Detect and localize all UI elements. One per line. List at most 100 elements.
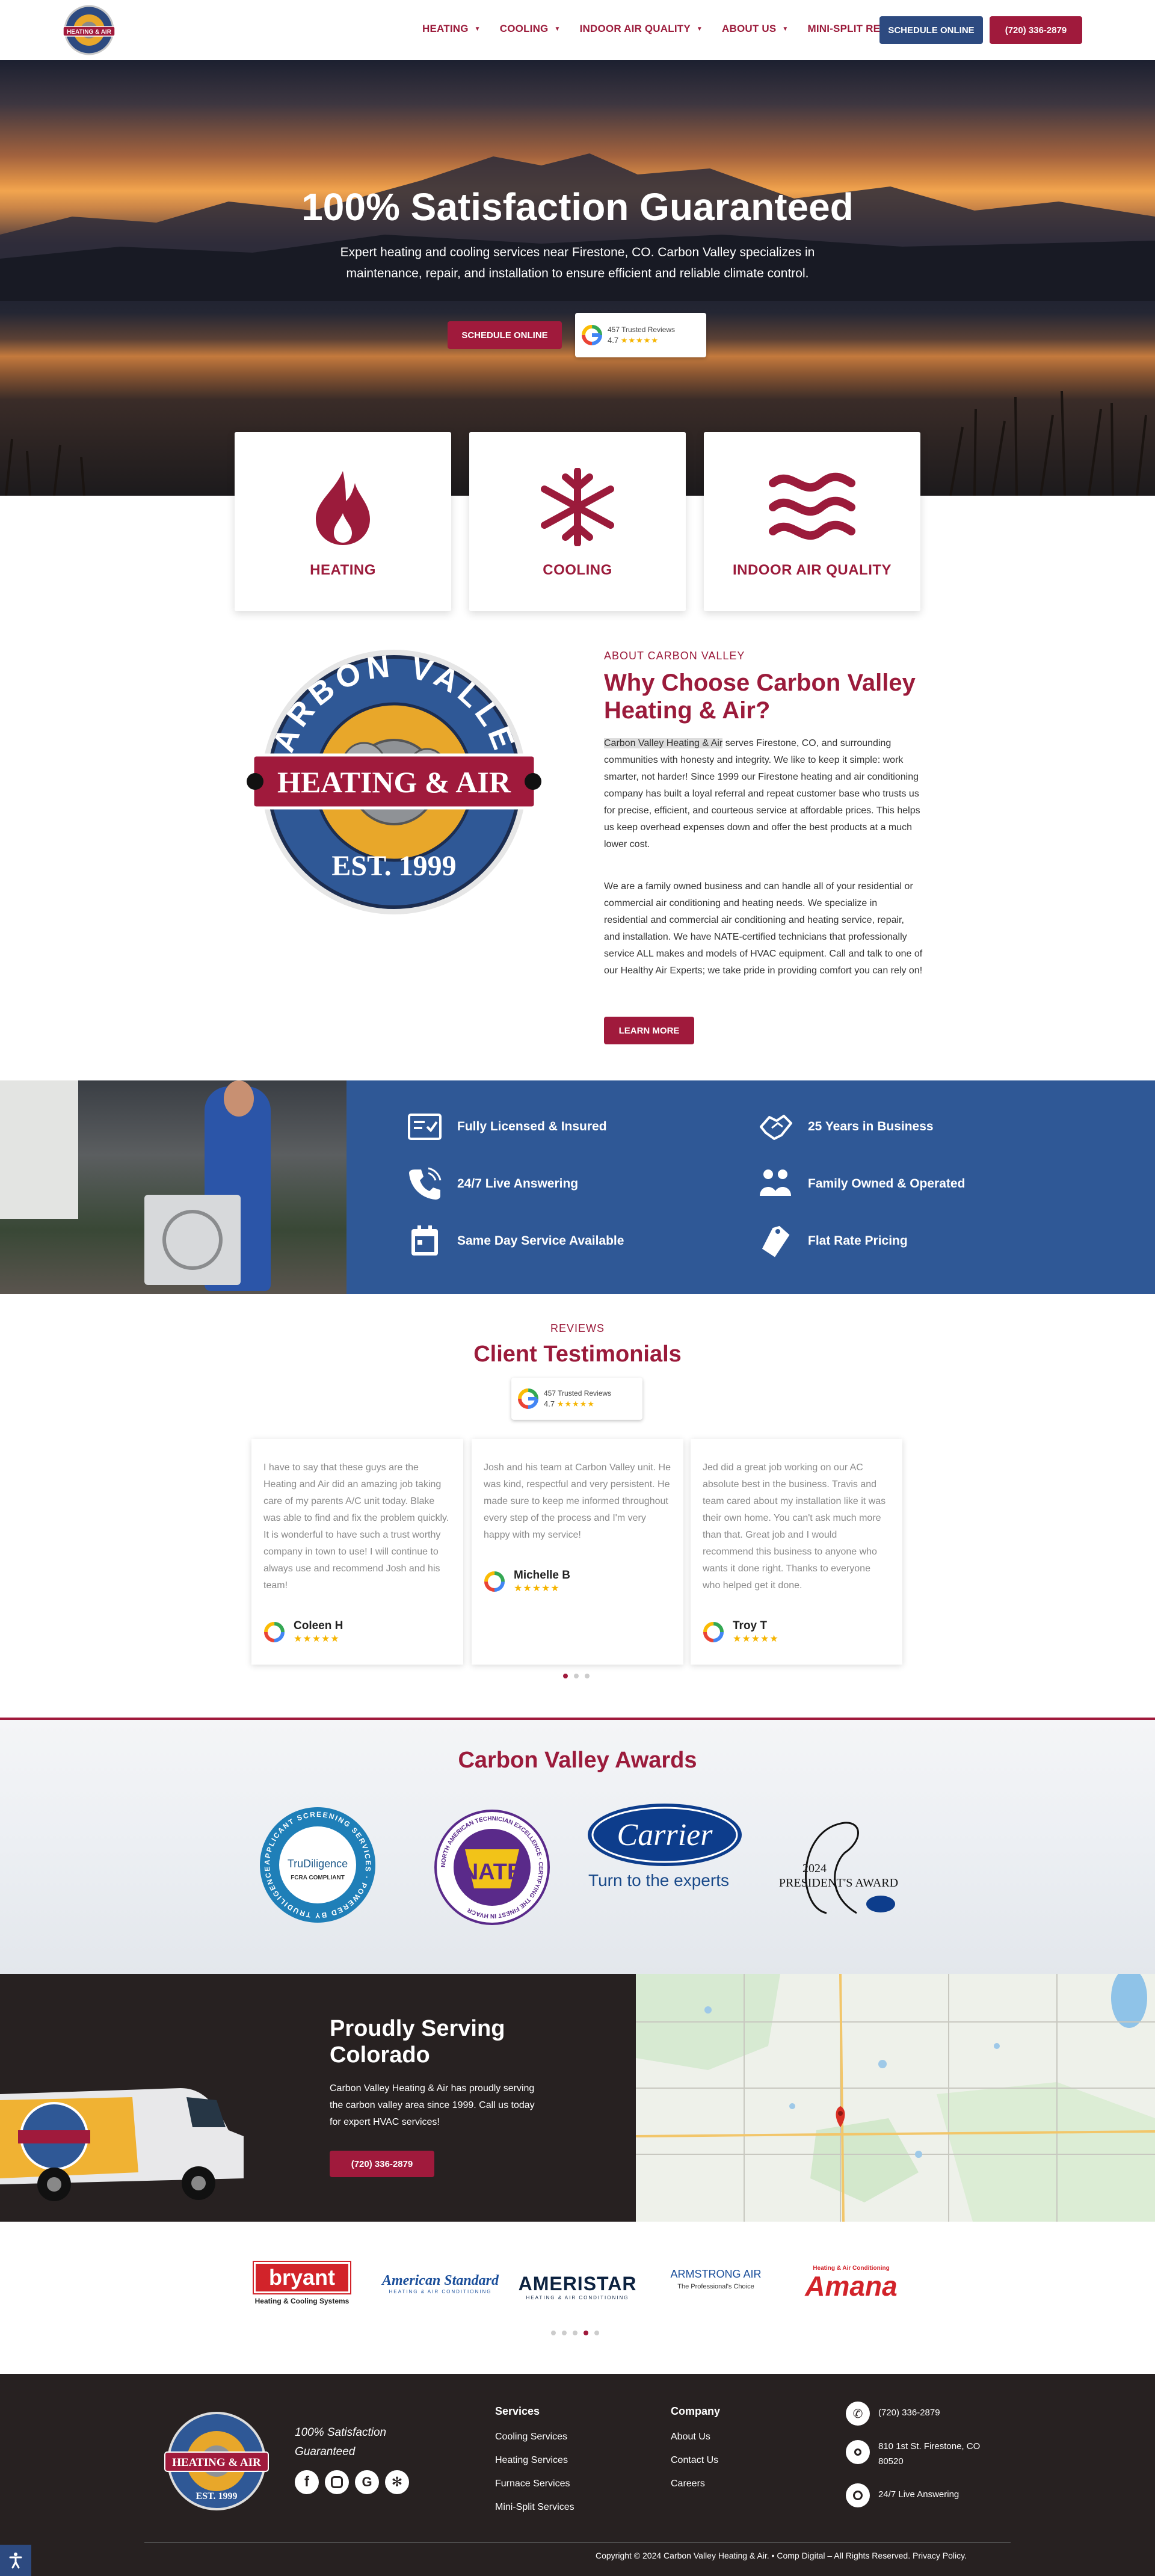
snowflake-icon xyxy=(541,468,614,546)
bryant-sub: Heating & Cooling Systems xyxy=(254,2297,350,2305)
nav-about-us[interactable]: ABOUT US ▼ xyxy=(722,23,789,35)
amana-name: Amana xyxy=(805,2270,898,2302)
footer-link-about[interactable]: About Us xyxy=(671,2432,710,2442)
svg-text:HEATING & AIR: HEATING & AIR xyxy=(67,29,112,35)
trudiligence-sub: FCRA COMPLIANT xyxy=(291,1875,345,1881)
review-card: Jed did a great job working on our AC ab… xyxy=(691,1439,902,1665)
rating-value: 4.7 xyxy=(544,1399,555,1408)
carousel-dot[interactable] xyxy=(594,2331,599,2335)
american-standard-name: American Standard xyxy=(381,2273,499,2288)
site-header: HEATING & AIR HEATING ▼ COOLING ▼ INDOOR A… xyxy=(0,0,1155,60)
nav-heating[interactable]: HEATING ▼ xyxy=(422,23,481,35)
footer-divider xyxy=(144,2542,1011,2543)
seal-bottom-text: EST. 1999 xyxy=(331,850,456,882)
service-van-image xyxy=(0,2088,244,2201)
features-band: Fully Licensed & Insured 25 Years in Bus… xyxy=(0,1080,1155,1294)
chevron-down-icon: ▼ xyxy=(696,25,703,32)
reviewer-name: Michelle B xyxy=(514,1569,570,1582)
flame-icon xyxy=(316,471,370,545)
footer-link-mini-split[interactable]: Mini-Split Services xyxy=(495,2502,574,2513)
service-card-indoor-air-quality[interactable]: INDOOR AIR QUALITY xyxy=(704,432,920,611)
nate-badge: NORTH AMERICAN TECHNICIAN EXCELLENCE · C… xyxy=(434,1810,550,1925)
presidents-year: 2024 xyxy=(802,1862,827,1875)
footer-link-contact[interactable]: Contact Us xyxy=(671,2455,718,2466)
license-icon xyxy=(408,1114,442,1140)
review-stars: ★★★★★ xyxy=(514,1583,560,1594)
footer-logo[interactable]: HEATING & AIR EST. 1999 xyxy=(162,2410,271,2512)
about-paragraph-2: We are a family owned business and can h… xyxy=(604,881,923,976)
chevron-down-icon: ▼ xyxy=(474,25,481,32)
price-tag-icon xyxy=(762,1225,790,1257)
footer-link-careers[interactable]: Careers xyxy=(671,2479,705,2489)
review-author: Troy T ★★★★★ xyxy=(703,1619,779,1645)
service-card-heating[interactable]: HEATING xyxy=(235,432,451,611)
feature-licensed: Fully Licensed & Insured xyxy=(407,1109,607,1145)
carousel-dot[interactable] xyxy=(551,2331,556,2335)
footer-link-heating[interactable]: Heating Services xyxy=(495,2455,568,2466)
main-nav: HEATING ▼ COOLING ▼ INDOOR AIR QUALITY ▼ AB… xyxy=(422,23,935,35)
feature-label: 24/7 Live Answering xyxy=(457,1177,579,1191)
reviews-kicker: REVIEWS xyxy=(550,1322,605,1334)
feature-label: Family Owned & Operated xyxy=(808,1177,966,1191)
carousel-dot[interactable] xyxy=(562,2331,567,2335)
feature-label: Flat Rate Pricing xyxy=(808,1234,908,1248)
reeds-silhouette xyxy=(949,390,1147,496)
review-author: Coleen H ★★★★★ xyxy=(263,1619,343,1645)
footer-address[interactable]: 810 1st St. Firestone, CO 80520 xyxy=(878,2439,993,2469)
nav-cooling[interactable]: COOLING ▼ xyxy=(500,23,561,35)
google-icon xyxy=(582,325,602,345)
google-reviews-badge-2[interactable]: 457 Trusted Reviews 4.7 ★★★★★ xyxy=(511,1378,642,1420)
ameristar-name: AMERISTAR xyxy=(518,2273,637,2294)
nav-heating-label: HEATING xyxy=(422,23,469,34)
service-card-cooling[interactable]: COOLING xyxy=(469,432,686,611)
footer-link-furnace[interactable]: Furnace Services xyxy=(495,2479,570,2489)
instagram-icon[interactable] xyxy=(325,2470,349,2494)
carousel-dot[interactable] xyxy=(563,1674,568,1678)
carousel-dot[interactable] xyxy=(574,1674,579,1678)
feature-live-answering: 24/7 Live Answering xyxy=(407,1166,578,1202)
schedule-online-button[interactable]: SCHEDULE ONLINE xyxy=(879,16,983,44)
phone-button[interactable]: (720) 336-2879 xyxy=(990,16,1082,44)
footer-logo-text: HEATING & AIR xyxy=(172,2456,261,2469)
yelp-icon[interactable]: ✻ xyxy=(385,2470,409,2494)
google-icon[interactable]: G xyxy=(355,2470,379,2494)
feature-25-years: 25 Years in Business xyxy=(757,1109,934,1145)
review-stars: ★★★★★ xyxy=(294,1634,340,1644)
chevron-down-icon: ▼ xyxy=(782,25,789,32)
about-p1-text: serves Firestone, CO, and surrounding co… xyxy=(604,738,920,849)
footer-link-cooling[interactable]: Cooling Services xyxy=(495,2432,567,2442)
learn-more-button[interactable]: LEARN MORE xyxy=(604,1017,694,1044)
carousel-dot[interactable] xyxy=(585,1674,590,1678)
trudiligence-name: TruDiligence xyxy=(288,1858,348,1870)
hero-schedule-button[interactable]: SCHEDULE ONLINE xyxy=(448,321,562,349)
feature-family-owned: Family Owned & Operated xyxy=(757,1166,965,1202)
carbon-valley-logo[interactable]: HEATING & AIR xyxy=(62,5,116,55)
armstrong-air-logo: ARMSTRONG AIR The Professional's Choice xyxy=(668,2268,764,2290)
phone-icon: ✆ xyxy=(846,2402,870,2426)
google-icon xyxy=(484,1571,505,1592)
family-icon xyxy=(760,1169,791,1196)
review-text: I have to say that these guys are the He… xyxy=(263,1462,449,1591)
presidents-name: PRESIDENT'S AWARD xyxy=(779,1876,898,1890)
serving-phone-button[interactable]: (720) 336-2879 xyxy=(330,2151,434,2177)
phone-icon xyxy=(409,1167,442,1200)
google-reviews-badge[interactable]: 457 Trusted Reviews 4.7 ★★★★★ xyxy=(575,313,706,357)
feature-label: Fully Licensed & Insured xyxy=(457,1120,607,1133)
handshake-icon xyxy=(760,1115,792,1140)
accessibility-button[interactable] xyxy=(0,2545,31,2576)
air-waves-icon xyxy=(769,472,855,540)
carousel-dot[interactable] xyxy=(584,2331,588,2335)
review-carousel-dots xyxy=(563,1674,590,1678)
location-pin-icon xyxy=(846,2440,870,2464)
technician-head xyxy=(224,1080,254,1117)
feature-label: Same Day Service Available xyxy=(457,1234,624,1248)
carbon-valley-seal: CARBON VALLEY HEATING & AIR EST. 1999 xyxy=(247,649,541,914)
amana-logo: Heating & Air Conditioning Amana xyxy=(794,2265,908,2300)
nav-indoor-air-quality[interactable]: INDOOR AIR QUALITY ▼ xyxy=(580,23,703,35)
reviews-count: 457 Trusted Reviews xyxy=(608,325,676,334)
facebook-icon[interactable]: f xyxy=(295,2470,319,2494)
review-author: Michelle B ★★★★★ xyxy=(484,1569,570,1594)
service-area-map[interactable] xyxy=(636,1974,1155,2222)
carousel-dot[interactable] xyxy=(573,2331,578,2335)
footer-phone[interactable]: (720) 336-2879 xyxy=(878,2408,940,2418)
